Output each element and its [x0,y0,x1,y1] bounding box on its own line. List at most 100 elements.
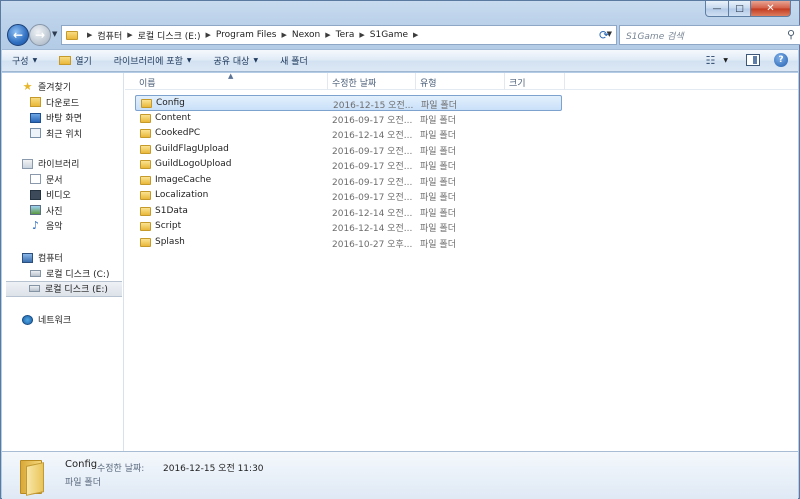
recent-pages-dropdown[interactable]: ▼ [52,30,57,38]
nav-pictures[interactable]: 사진 [2,203,124,219]
search-input[interactable]: S1Game 검색 ⚲ [619,25,800,45]
breadcrumb-s1game[interactable]: S1Game [370,30,408,40]
new-folder-button[interactable]: 새 폴더 [280,54,308,67]
nav-computer[interactable]: 컴퓨터 [2,250,124,266]
nav-recent-places[interactable]: 최근 위치 [2,126,124,142]
file-row[interactable]: Localization 2016-09-17 오전... 파일 폴더 [135,188,562,204]
chevron-right-icon[interactable]: ▶ [127,31,132,39]
nav-favorites[interactable]: ★ 즐겨찾기 [2,79,124,95]
chevron-right-icon[interactable]: ▶ [359,31,364,39]
network-group: 네트워크 [2,312,124,328]
file-row[interactable]: Script 2016-12-14 오전... 파일 폴더 [135,219,562,235]
folder-icon [140,175,151,185]
file-modified: 2016-09-17 오전... [332,193,413,203]
folder-icon [140,191,151,200]
column-divider[interactable] [327,73,328,90]
breadcrumb-tera[interactable]: Tera [336,30,355,40]
include-in-library-button[interactable]: 라이브러리에 포함 ▼ [114,54,192,67]
address-row: ← → ▼ ▶ 컴퓨터 ▶ 로컬 디스크 (E:) ▶ Program File… [7,23,800,47]
nav-pictures-label: 사진 [46,206,63,217]
forward-button[interactable]: → [29,24,51,46]
minimize-button[interactable]: — [705,1,729,17]
file-type: 파일 폴더 [420,208,456,219]
help-icon[interactable]: ? [774,53,788,67]
close-button[interactable]: ✕ [751,1,791,17]
file-type: 파일 폴더 [421,101,457,111]
file-name: S1Data [155,205,188,216]
file-name: ImageCache [155,174,212,185]
file-name: Splash [155,236,185,247]
address-bar[interactable]: ▶ 컴퓨터 ▶ 로컬 디스크 (E:) ▶ Program Files ▶ Ne… [61,25,617,45]
refresh-button[interactable]: ⟳ [593,25,615,45]
nav-music[interactable]: ♪ 음악 [2,218,124,234]
column-size[interactable]: 크기 [509,76,526,89]
file-type: 파일 폴더 [420,177,456,188]
nav-downloads-label: 다운로드 [46,98,80,109]
column-divider[interactable] [564,73,565,90]
organize-button[interactable]: 구성 ▼ [12,54,37,67]
chevron-right-icon[interactable]: ▶ [281,31,286,39]
file-row[interactable]: Splash 2016-10-27 오후... 파일 폴더 [135,235,562,251]
column-modified[interactable]: 수정한 날짜 [332,76,376,89]
details-modified-label: 수정한 날짜: [97,464,145,474]
file-row[interactable]: S1Data 2016-12-14 오전... 파일 폴더 [135,204,562,220]
folder-icon [140,206,151,216]
column-name[interactable]: 이름 [139,76,156,89]
content-area: ★ 즐겨찾기 다운로드 바탕 화면 최근 위치 라이브러리 문서 비디오 사진 … [2,72,798,451]
chevron-right-icon[interactable]: ▶ [206,31,211,39]
breadcrumb-drive-e[interactable]: 로컬 디스크 (E:) [138,29,201,42]
column-type[interactable]: 유형 [420,76,437,89]
nav-libraries[interactable]: 라이브러리 [2,156,124,172]
file-type: 파일 폴더 [420,193,456,203]
folder-icon [66,30,78,40]
nav-downloads[interactable]: 다운로드 [2,95,124,111]
share-with-label: 공유 대상 [213,57,250,67]
caption-buttons: — □ ✕ [705,1,791,17]
column-divider[interactable] [415,73,416,90]
nav-computer-label: 컴퓨터 [38,254,63,265]
nav-videos[interactable]: 비디오 [2,187,124,203]
breadcrumb-program-files[interactable]: Program Files [216,30,277,40]
file-row[interactable]: GuildFlagUpload 2016-09-17 오전... 파일 폴더 [135,142,562,158]
include-in-library-label: 라이브러리에 포함 [113,57,183,67]
file-name: Localization [155,190,209,200]
chevron-down-icon[interactable]: ▼ [723,57,728,64]
nav-recent-places-label: 최근 위치 [46,129,82,140]
nav-music-label: 음악 [46,222,63,233]
open-button[interactable]: 열기 [59,54,92,67]
chevron-right-icon[interactable]: ▶ [325,31,330,39]
breadcrumb-nexon[interactable]: Nexon [292,30,320,40]
nav-desktop[interactable]: 바탕 화면 [2,110,124,126]
chevron-right-icon[interactable]: ▶ [87,31,92,39]
chevron-down-icon: ▼ [186,57,192,64]
drive-c-icon [30,269,41,277]
file-row[interactable]: Content 2016-09-17 오전... 파일 폴더 [135,111,562,127]
file-modified: 2016-12-14 오전... [332,208,413,219]
videos-icon [30,189,41,200]
nav-drive-c[interactable]: 로컬 디스크 (C:) [2,266,124,282]
chevron-right-icon[interactable]: ▶ [413,31,418,39]
nav-documents[interactable]: 문서 [2,172,124,188]
sort-ascending-icon: ▲ [228,72,234,80]
nav-network[interactable]: 네트워크 [2,312,124,328]
file-row[interactable]: Config 2016-12-15 오전... 파일 폴더 [135,95,562,111]
column-divider[interactable] [504,73,505,90]
file-name: Config [156,98,185,108]
breadcrumb-computer[interactable]: 컴퓨터 [97,29,122,42]
search-icon[interactable]: ⚲ [787,28,795,41]
back-arrow-icon: ← [12,28,24,42]
documents-icon [30,174,41,185]
back-button[interactable]: ← [7,24,29,46]
file-row[interactable]: GuildLogoUpload 2016-09-17 오전... 파일 폴더 [135,157,562,173]
nav-drive-e[interactable]: 로컬 디스크 (E:) [6,281,122,297]
file-modified: 2016-09-17 오전... [332,177,413,188]
recent-places-icon [30,128,41,139]
file-row[interactable]: ImageCache 2016-09-17 오전... 파일 폴더 [135,173,562,189]
preview-pane-icon[interactable] [746,54,760,66]
file-row[interactable]: CookedPC 2016-12-14 오전... 파일 폴더 [135,126,562,142]
nav-documents-label: 문서 [46,175,63,186]
maximize-button[interactable]: □ [729,1,751,17]
nav-network-label: 네트워크 [38,316,72,327]
views-icon[interactable]: ☷ [706,54,716,67]
share-with-button[interactable]: 공유 대상 ▼ [213,54,258,67]
